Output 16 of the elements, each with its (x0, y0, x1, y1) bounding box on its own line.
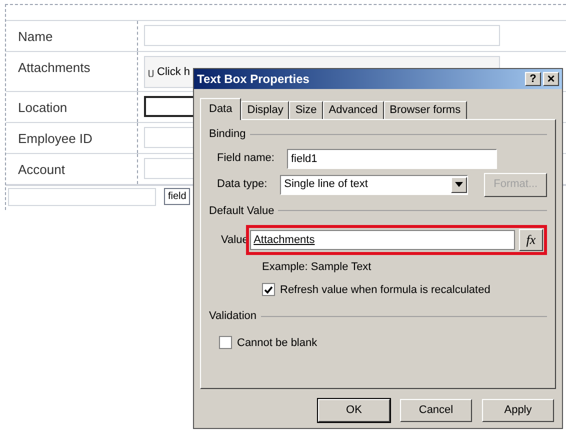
attachment-prompt: Click h (157, 64, 190, 80)
section-heading: Validation (209, 309, 256, 324)
field-label: Data type: (217, 177, 268, 192)
field-label: Attachments (6, 52, 138, 91)
window-title: Text Box Properties (197, 71, 310, 88)
field-label: Name (6, 21, 138, 51)
checkbox-label: Refresh value when formula is recalculated (280, 282, 490, 298)
section-heading: Default Value (209, 204, 274, 218)
field-label: Account (6, 154, 138, 184)
field-label: Field name: (217, 151, 276, 166)
example-text: Example: Sample Text (262, 260, 372, 275)
checkbox-label: Cannot be blank (237, 336, 318, 350)
section-heading: Binding (209, 127, 246, 142)
field-label: Employee ID (6, 123, 138, 153)
field-label: Location (6, 92, 138, 122)
field-tag: field (164, 188, 190, 205)
